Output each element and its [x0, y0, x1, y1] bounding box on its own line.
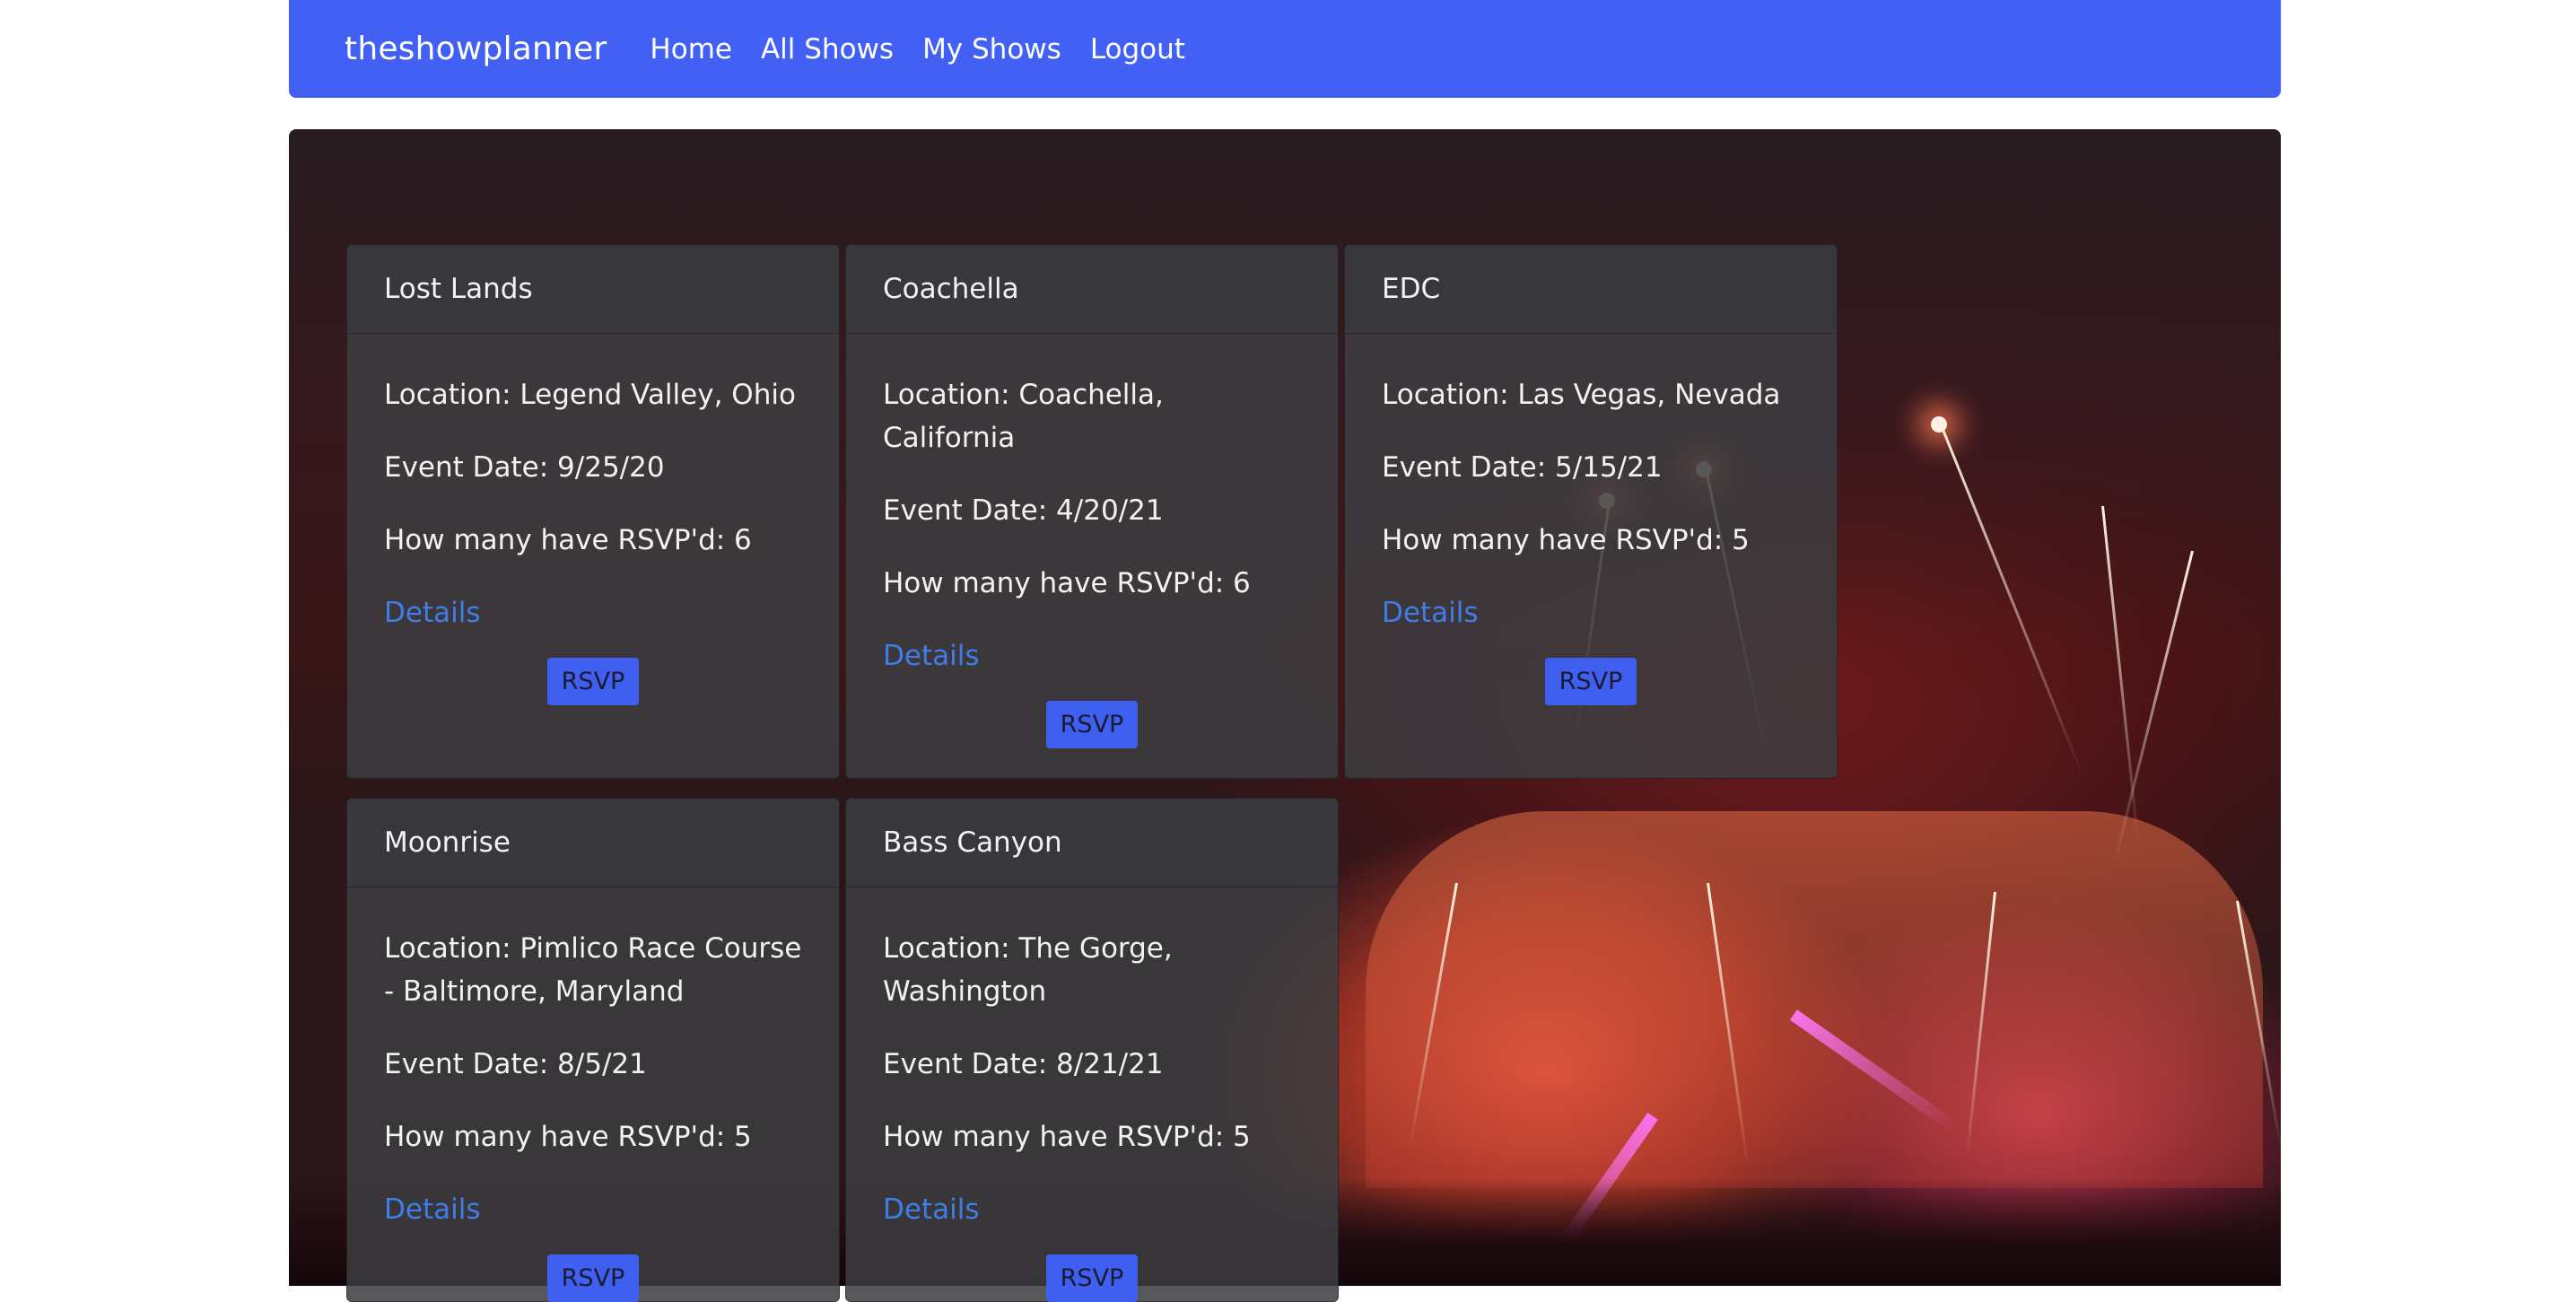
- show-card: Moonrise Location: Pimlico Race Course -…: [346, 798, 840, 1302]
- rsvp-button[interactable]: RSVP: [1045, 1254, 1139, 1302]
- firework-spark: [1940, 424, 2084, 775]
- show-card: Coachella Location: Coachella, Californi…: [845, 244, 1339, 779]
- show-rsvp-count: How many have RSVP'd: 5: [1382, 524, 1750, 556]
- show-card: Bass Canyon Location: The Gorge, Washing…: [845, 798, 1339, 1302]
- nav-logout-link[interactable]: Logout: [1090, 33, 1185, 66]
- rsvp-button[interactable]: RSVP: [1544, 658, 1637, 705]
- brand-logo[interactable]: theshowplanner: [345, 31, 607, 67]
- show-date: Event Date: 8/5/21: [384, 1048, 647, 1080]
- details-link[interactable]: Details: [384, 1188, 802, 1231]
- show-rsvp-count: How many have RSVP'd: 5: [883, 1121, 1251, 1153]
- show-title: Lost Lands: [347, 245, 839, 334]
- nav-home-link[interactable]: Home: [650, 33, 732, 66]
- show-rsvp-count: How many have RSVP'd: 5: [384, 1121, 752, 1153]
- rsvp-button[interactable]: RSVP: [1045, 701, 1139, 748]
- show-title: Coachella: [846, 245, 1338, 334]
- show-date: Event Date: 9/25/20: [384, 451, 665, 484]
- nav-all-shows-link[interactable]: All Shows: [761, 33, 894, 66]
- details-link[interactable]: Details: [883, 1188, 1301, 1231]
- show-title: Moonrise: [347, 799, 839, 887]
- firework-spark: [2101, 505, 2140, 846]
- show-date: Event Date: 4/20/21: [883, 494, 1164, 527]
- show-location: Location: Pimlico Race Course - Baltimor…: [384, 932, 802, 1008]
- top-navbar: theshowplanner Home All Shows My Shows L…: [289, 0, 2281, 98]
- show-title: Bass Canyon: [846, 799, 1338, 887]
- details-link[interactable]: Details: [883, 634, 1301, 677]
- details-link[interactable]: Details: [384, 591, 802, 634]
- rsvp-button[interactable]: RSVP: [546, 1254, 640, 1302]
- show-location: Location: The Gorge, Washington: [883, 932, 1173, 1008]
- show-rsvp-count: How many have RSVP'd: 6: [384, 524, 752, 556]
- show-location: Location: Coachella, California: [883, 379, 1164, 454]
- festival-stage-image: [1366, 811, 2263, 1188]
- show-title: EDC: [1345, 245, 1837, 334]
- show-rsvp-count: How many have RSVP'd: 6: [883, 567, 1251, 599]
- show-card: Lost Lands Location: Legend Valley, Ohio…: [346, 244, 840, 779]
- show-date: Event Date: 5/15/21: [1382, 451, 1663, 484]
- rsvp-button[interactable]: RSVP: [546, 658, 640, 705]
- show-location: Location: Legend Valley, Ohio: [384, 379, 796, 411]
- show-card: EDC Location: Las Vegas, Nevada Event Da…: [1344, 244, 1838, 779]
- nav-my-shows-link[interactable]: My Shows: [922, 33, 1061, 66]
- nav-links: Home All Shows My Shows Logout: [650, 33, 1185, 66]
- show-date: Event Date: 8/21/21: [883, 1048, 1164, 1080]
- details-link[interactable]: Details: [1382, 591, 1800, 634]
- show-location: Location: Las Vegas, Nevada: [1382, 379, 1781, 411]
